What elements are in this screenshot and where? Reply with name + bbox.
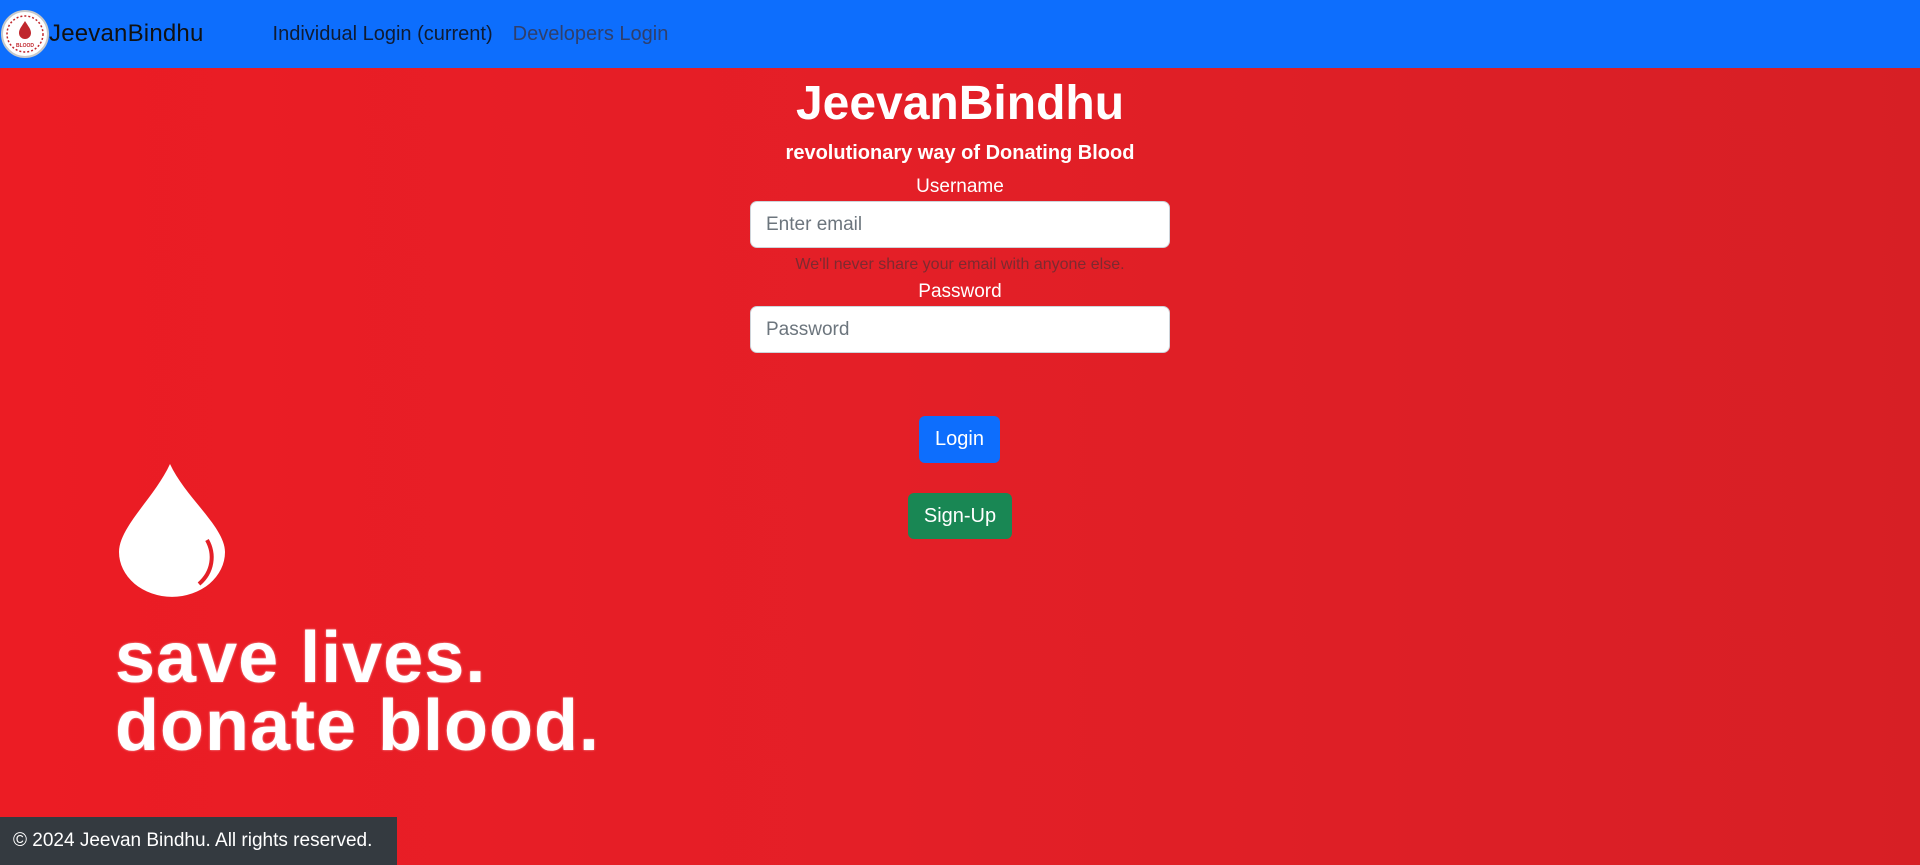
nav-links: Individual Login (current) Developers Lo…: [273, 23, 689, 46]
login-form: Username We'll never share your email wi…: [750, 176, 1170, 353]
promo-line-1: save lives.: [115, 618, 487, 698]
navbar: BLOOD JeevanBindhu Individual Login (cur…: [0, 0, 1920, 68]
email-help-text: We'll never share your email with anyone…: [795, 256, 1125, 273]
promo-slogan: save lives. donate blood.: [115, 618, 600, 766]
page-subtitle: revolutionary way of Donating Blood: [785, 142, 1135, 164]
page-title: JeevanBindhu: [795, 77, 1125, 130]
blood-drop-icon: [119, 464, 225, 597]
nav-individual-login[interactable]: Individual Login (current): [273, 23, 493, 46]
nav-developers-login[interactable]: Developers Login: [513, 23, 669, 46]
hero: JeevanBindhu revolutionary way of Donati…: [0, 68, 1920, 165]
password-field[interactable]: [750, 306, 1170, 353]
email-field[interactable]: [750, 201, 1170, 248]
brand-name: JeevanBindhu: [49, 20, 204, 47]
blood-drop-logo-icon: BLOOD: [1, 10, 49, 58]
footer: © 2024 Jeevan Bindhu. All rights reserve…: [0, 817, 397, 865]
signup-button[interactable]: Sign-Up: [908, 493, 1012, 539]
password-label: Password: [918, 281, 1002, 302]
promo-line-2: donate blood.: [115, 686, 600, 766]
brand-link[interactable]: BLOOD JeevanBindhu: [0, 0, 204, 68]
promo-image: save lives. donate blood.: [115, 462, 600, 766]
username-label: Username: [916, 176, 1004, 197]
copyright-text: © 2024 Jeevan Bindhu. All rights reserve…: [13, 830, 373, 851]
login-button[interactable]: Login: [919, 416, 1000, 463]
logo-label: BLOOD: [16, 43, 34, 49]
